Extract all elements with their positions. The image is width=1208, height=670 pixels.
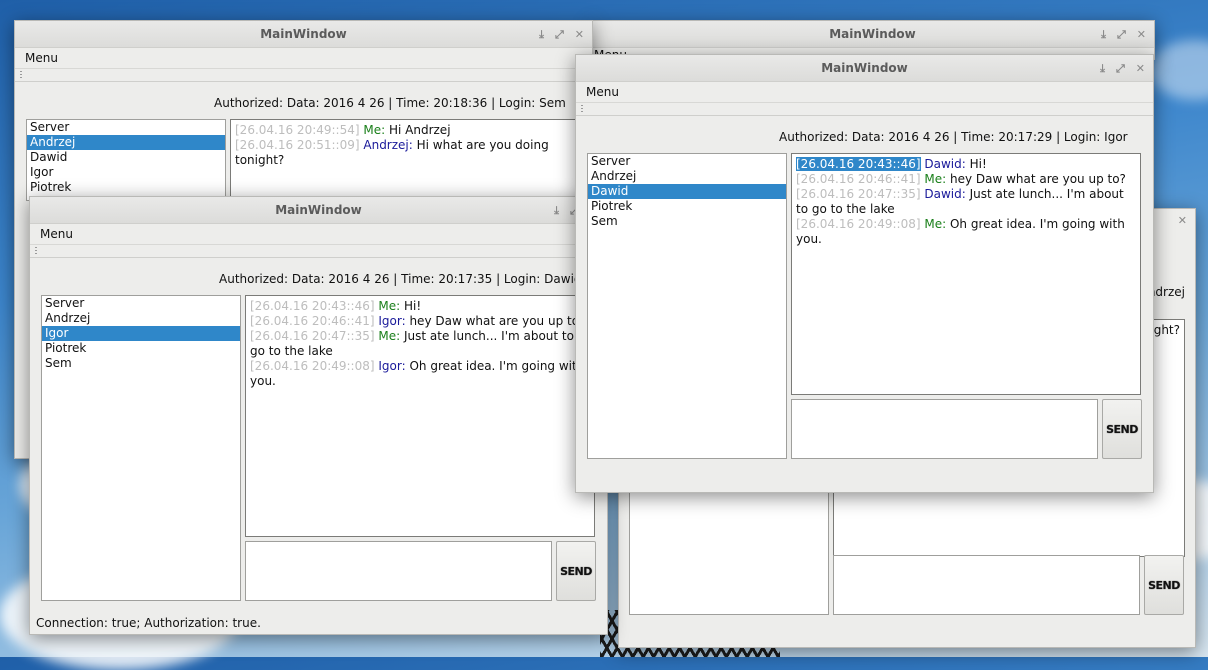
message-sender: Andrzej: [359,138,413,152]
chat-message: [26.04.16 20:49::08] Igor: Oh great idea… [250,359,590,389]
maximize-icon[interactable]: ⤢ [1116,63,1125,74]
message-input[interactable] [245,541,552,601]
message-text: Hi! [400,299,422,313]
minimize-icon[interactable]: ⤓ [554,205,559,216]
message-timestamp: [26.04.16 20:43::46] [795,156,922,172]
chat-message: [26.04.16 20:49::54] Me: Hi Andrzej [235,123,585,138]
window-title: MainWindow [275,203,362,217]
menu-item[interactable]: Menu [586,85,619,99]
message-input[interactable] [833,555,1140,615]
send-button[interactable]: SEND [1144,555,1184,615]
message-timestamp: [26.04.16 20:49::54] [235,123,360,137]
user-list[interactable]: Server Andrzej Dawid Piotrek Sem [587,153,787,459]
message-input[interactable] [791,399,1098,459]
user-list-item[interactable]: Server [588,154,786,169]
user-list-item[interactable]: Server [27,120,225,135]
window-titlebar[interactable]: MainWindow ⤓ ⤢ ✕ [30,197,607,224]
user-list-item[interactable]: Andrzej [42,311,240,326]
cloud-decoration [1150,40,1208,100]
message-text: Hi! [965,157,987,171]
message-timestamp: [26.04.16 20:47::35] [250,329,375,343]
window-title: MainWindow [821,61,908,75]
message-sender: Me: [359,123,386,137]
send-button[interactable]: SEND [556,541,596,601]
chat-history[interactable]: [26.04.16 20:43::46] Dawid: Hi! [26.04.16… [791,153,1141,395]
message-timestamp: [26.04.16 20:49::08] [250,359,375,373]
user-list-item[interactable]: Andrzej [27,135,225,150]
menu-bar: Menu [576,82,1153,103]
user-list-item[interactable]: Sem [42,356,240,371]
menu-bar: Menu [15,48,592,69]
maximize-icon[interactable]: ⤢ [555,29,564,40]
auth-status: Authorized: Data: 2016 4 26 | Time: 20:1… [214,96,566,110]
window-titlebar[interactable]: MainWindow ⤓ ⤢ ✕ [15,21,592,48]
message-text: hey Daw what are you up to? [405,314,586,328]
menu-item[interactable]: Menu [40,227,73,241]
menu-bar: Menu [30,224,607,245]
window-titlebar[interactable]: MainWindow ⤓ ⤢ ✕ [591,21,1154,48]
toolbar-handle[interactable] [15,69,592,82]
chat-history[interactable]: [26.04.16 20:49::54] Me: Hi Andrzej [26.0… [230,119,590,207]
user-list-item[interactable]: Sem [588,214,786,229]
window-title: MainWindow [260,27,347,41]
message-timestamp: [26.04.16 20:51::09] [235,138,360,152]
maximize-icon[interactable]: ⤢ [1117,29,1126,40]
close-icon[interactable]: ✕ [1136,63,1145,74]
chat-history[interactable]: [26.04.16 20:43::46] Me: Hi! [26.04.16 20… [245,295,595,537]
message-sender: Me: [920,217,947,231]
user-list-item[interactable]: Piotrek [42,341,240,356]
auth-status: Authorized: Data: 2016 4 26 | Time: 20:1… [219,272,582,286]
main-window-c: MainWindow ⤓ ⤢ ✕ Menu Authorized: Data: … [29,196,608,635]
user-list-item[interactable]: Dawid [588,184,786,199]
close-icon[interactable]: ✕ [1137,29,1146,40]
message-timestamp: [26.04.16 20:46::41] [796,172,921,186]
message-sender: Me: [920,172,947,186]
user-list-item[interactable]: Piotrek [588,199,786,214]
chat-message: [26.04.16 20:51::09] Andrzej: Hi what ar… [235,138,585,168]
minimize-icon[interactable]: ⤓ [1100,63,1105,74]
connection-status: Connection: true; Authorization: true. [36,616,261,630]
send-button[interactable]: SEND [1102,399,1142,459]
minimize-icon[interactable]: ⤓ [539,29,544,40]
user-list[interactable]: Server Andrzej Igor Piotrek Sem [41,295,241,601]
message-sender: Dawid: [920,187,966,201]
chat-message: [26.04.16 20:49::08] Me: Oh great idea. … [796,217,1136,247]
window-titlebar[interactable]: MainWindow ⤓ ⤢ ✕ [576,55,1153,82]
message-sender: Igor: [374,359,406,373]
toolbar-handle[interactable] [576,103,1153,116]
chat-message: [26.04.16 20:46::41] Igor: hey Daw what … [250,314,590,329]
message-sender: Me: [374,299,401,313]
user-list[interactable] [629,481,829,615]
message-sender: Me: [374,329,401,343]
main-window-d: MainWindow ⤓ ⤢ ✕ Menu Authorized: Data: … [575,54,1154,493]
message-sender: Igor: [374,314,406,328]
user-list-item[interactable]: Igor [42,326,240,341]
message-timestamp: [26.04.16 20:47::35] [796,187,921,201]
user-list-item[interactable]: Server [42,296,240,311]
message-timestamp: [26.04.16 20:46::41] [250,314,375,328]
user-list[interactable]: Server Andrzej Dawid Igor Piotrek [26,119,226,201]
user-list-item[interactable]: Dawid [27,150,225,165]
menu-item[interactable]: Menu [25,51,58,65]
toolbar-handle[interactable] [30,245,607,258]
message-sender: Dawid: [920,157,966,171]
message-text: Hi Andrzej [385,123,451,137]
close-icon[interactable]: ✕ [1178,214,1187,227]
chat-message: [26.04.16 20:43::46] Dawid: Hi! [795,156,1136,172]
message-text: hey Daw what are you up to? [946,172,1126,186]
chat-message: [26.04.16 20:43::46] Me: Hi! [250,299,590,314]
window-title: MainWindow [829,27,916,41]
message-timestamp: [26.04.16 20:49::08] [796,217,921,231]
chat-message: [26.04.16 20:46::41] Me: hey Daw what ar… [796,172,1136,187]
chat-message: [26.04.16 20:47::35] Dawid: Just ate lun… [796,187,1136,217]
minimize-icon[interactable]: ⤓ [1101,29,1106,40]
close-icon[interactable]: ✕ [575,29,584,40]
chat-message: [26.04.16 20:47::35] Me: Just ate lunch.… [250,329,590,359]
message-timestamp: [26.04.16 20:43::46] [250,299,375,313]
user-list-item[interactable]: Piotrek [27,180,225,195]
auth-status: Authorized: Data: 2016 4 26 | Time: 20:1… [779,130,1128,144]
user-list-item[interactable]: Igor [27,165,225,180]
user-list-item[interactable]: Andrzej [588,169,786,184]
